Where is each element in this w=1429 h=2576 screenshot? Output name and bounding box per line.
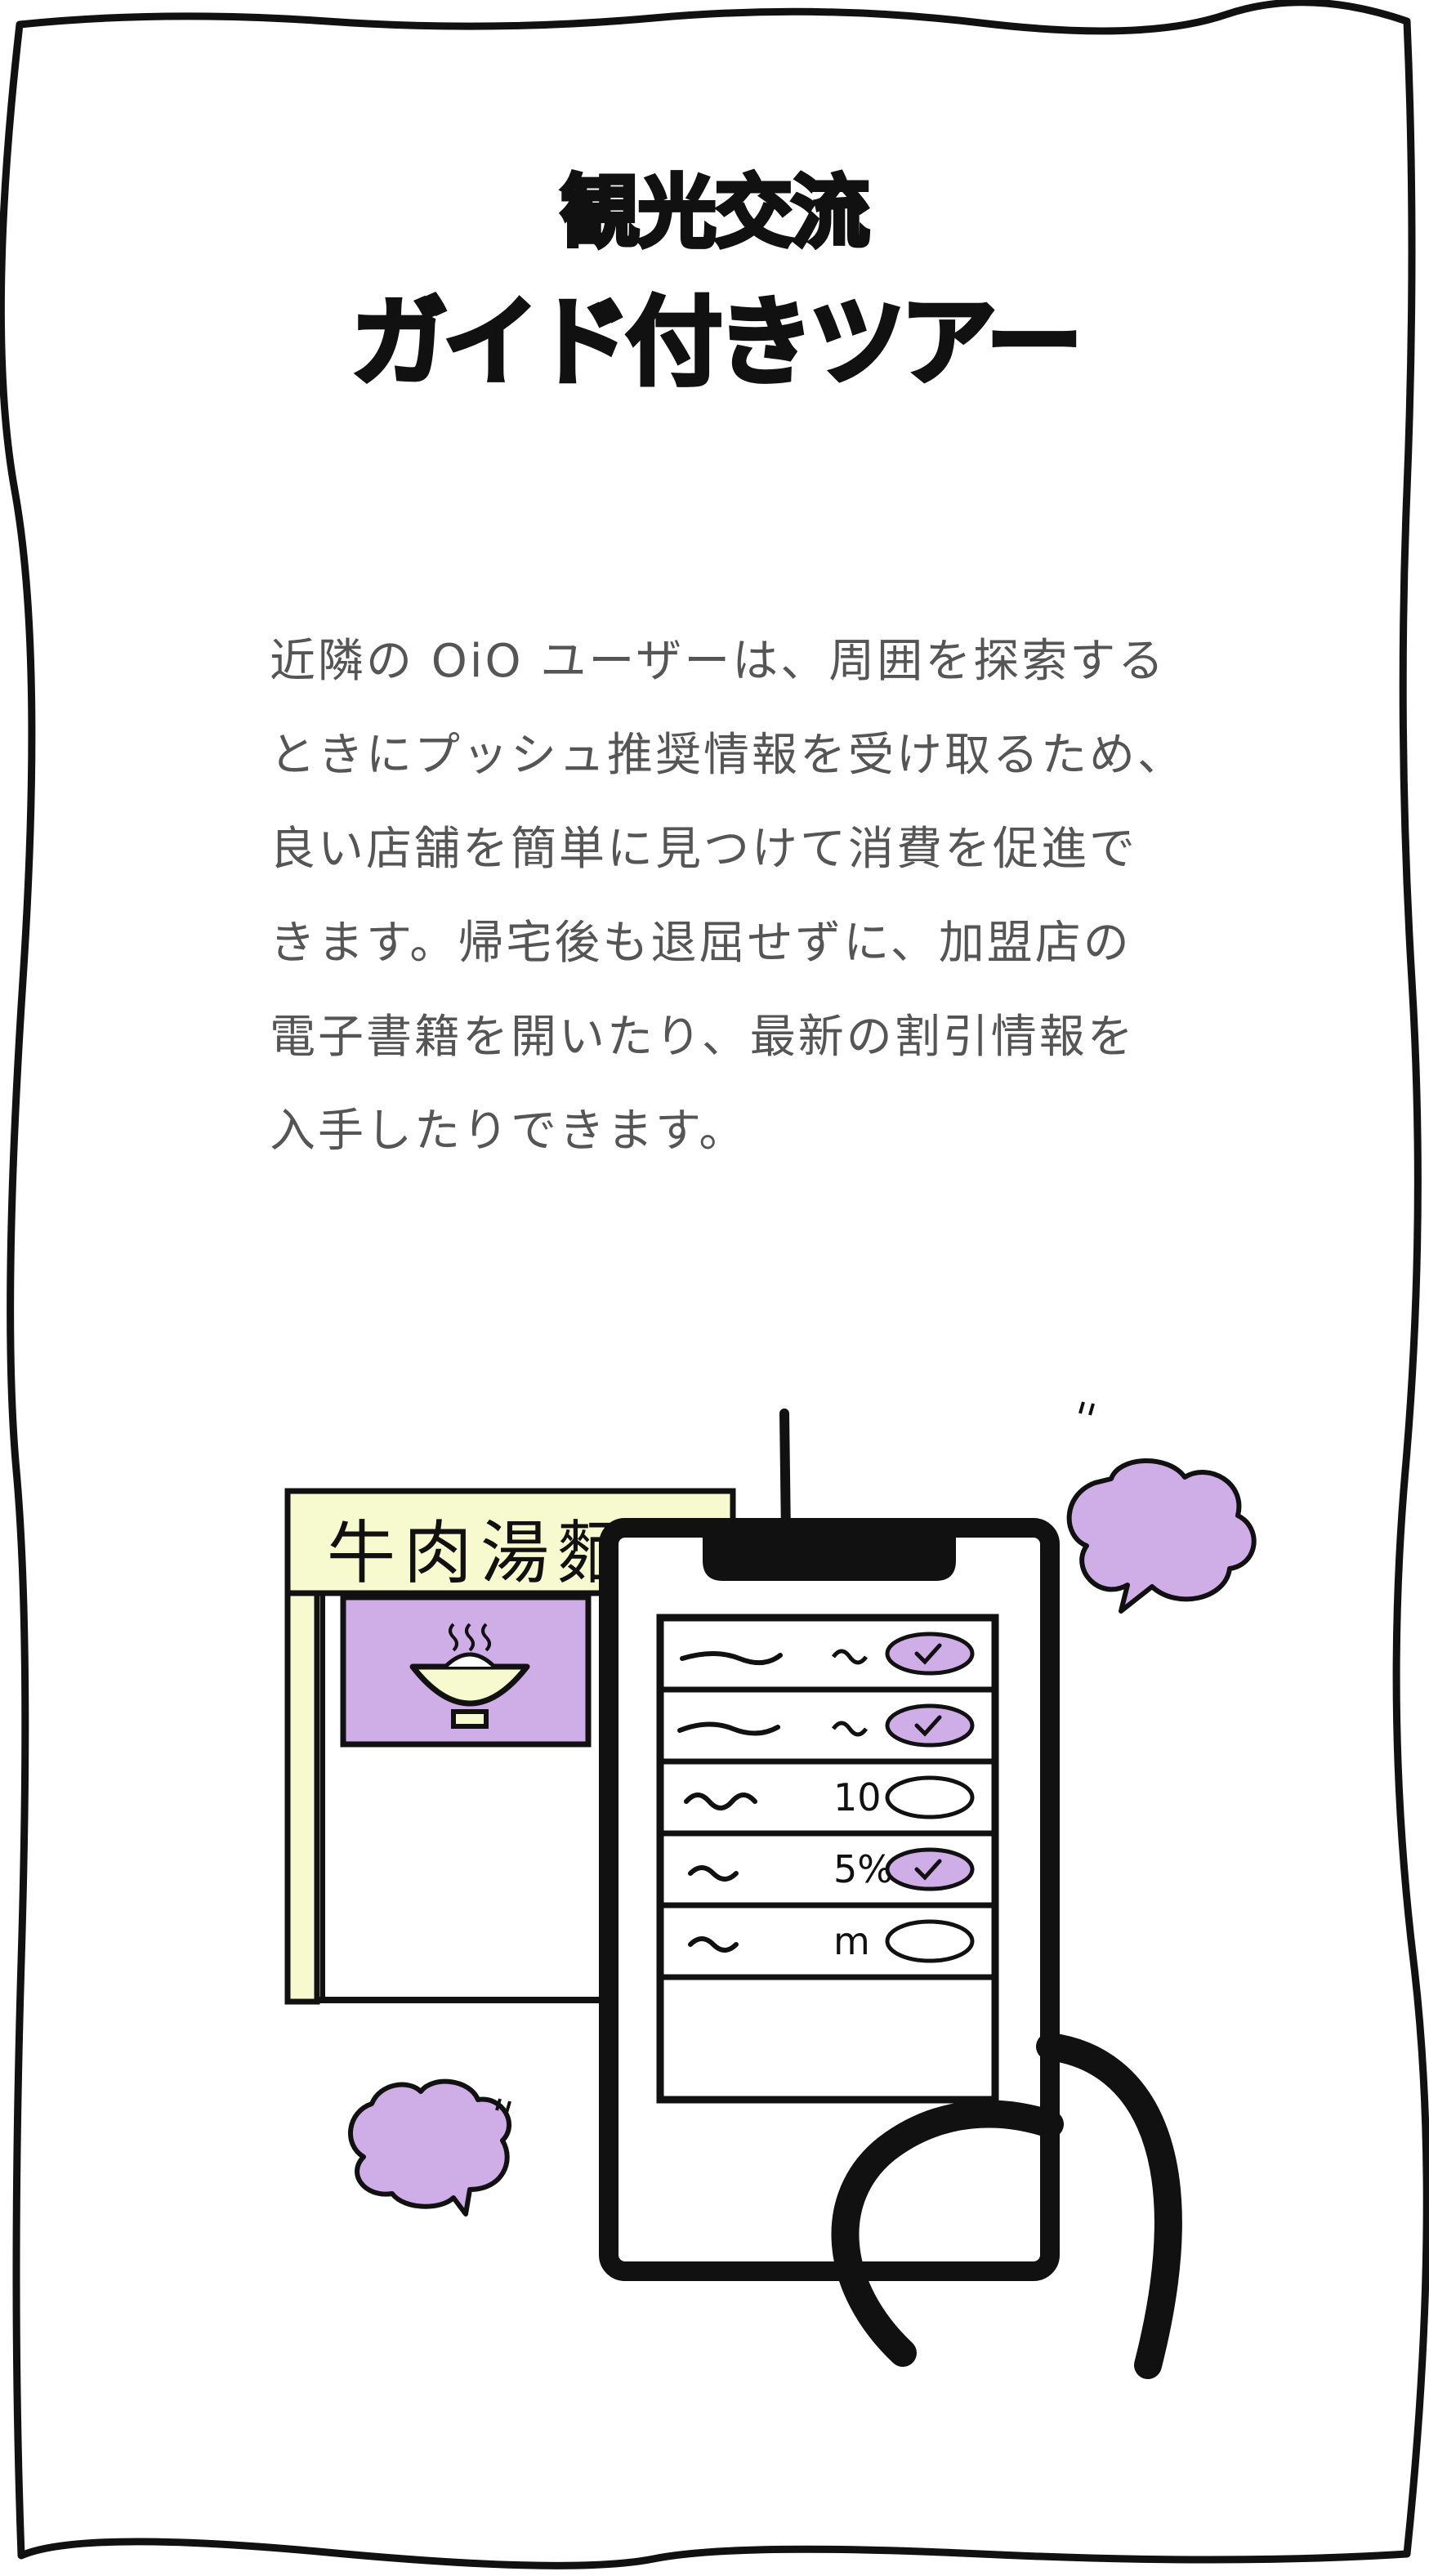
row-label: m [833, 1919, 870, 1963]
description-line: 良い店舗を簡単に見つけて消費を促進で [270, 823, 1137, 876]
speech-cloud-icon [348, 2078, 512, 2217]
smartphone: 10 5% m [599, 1518, 1060, 2281]
speech-cloud-icon [1066, 1401, 1257, 1614]
description-paragraph: 近隣の OiO ユーザーは、周囲を探索する ときにプッシュ推奨情報を受け取るため… [270, 614, 1283, 1178]
page-title-line-2: ガイド付きツアー [350, 286, 1085, 399]
row-label: 10 [833, 1775, 882, 1819]
description-line: 入手したりできます。 [270, 1105, 748, 1158]
description-line: きます。帰宅後も退屈せずに、加盟店の [270, 917, 1132, 970]
shop-sign-text: 牛肉湯麵 [327, 1513, 634, 1593]
page-title-line-1: 観光交流 [559, 167, 872, 258]
row-label: 5% [833, 1847, 893, 1891]
description-line: ときにプッシュ推奨情報を受け取るため、 [270, 729, 1186, 782]
checkbox-empty [885, 1919, 975, 1963]
description-line: 電子書籍を開いたり、最新の割引情報を [270, 1011, 1136, 1064]
description-line: 近隣の OiO ユーザーは、周囲を探索する [270, 635, 1167, 688]
checkbox-empty [885, 1775, 975, 1819]
phone-shop-illustration: 牛肉湯麵 10 5% m [284, 1401, 1257, 2379]
